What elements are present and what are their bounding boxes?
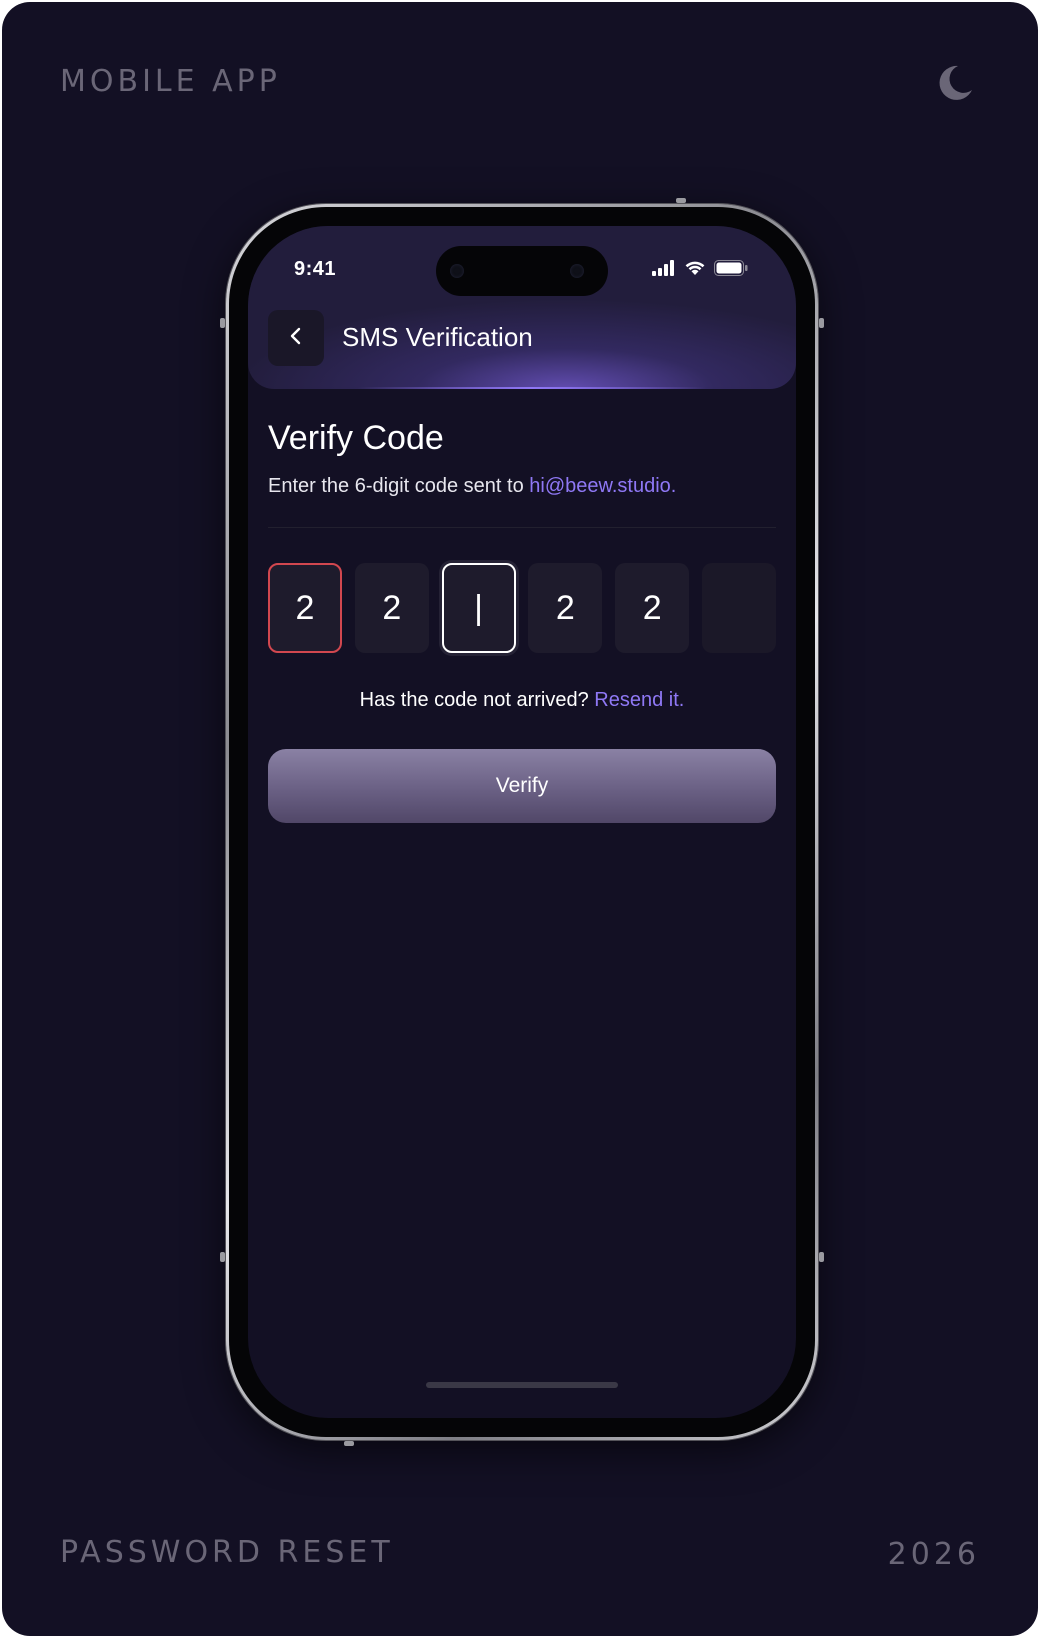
presentation-card: MOBILE APP 9:41 SMS Verification Verify … — [2, 2, 1038, 1636]
dynamic-island — [436, 246, 608, 296]
resend-link[interactable]: Resend it. — [594, 689, 684, 711]
otp-digit-2[interactable]: 2 — [354, 563, 429, 653]
home-indicator — [426, 1382, 618, 1388]
header-title: SMS Verification — [342, 322, 533, 352]
chevron-left-icon — [288, 326, 304, 351]
resend-prompt: Has the code not arrived? — [359, 689, 595, 711]
wifi-icon — [684, 260, 706, 281]
phone-side-button — [819, 1252, 824, 1262]
moon-icon[interactable] — [934, 62, 976, 104]
verify-subtitle: Enter the 6-digit code sent to hi@beew.s… — [268, 475, 676, 498]
verify-button[interactable]: Verify — [268, 749, 776, 823]
status-icons — [652, 260, 748, 281]
divider — [268, 527, 776, 528]
email-address: hi@beew.studio. — [529, 475, 677, 497]
subtitle-text: Enter the 6-digit code sent to — [268, 475, 530, 497]
app-header: 9:41 SMS Verification — [248, 226, 796, 389]
phone-antenna-band — [676, 198, 686, 203]
otp-digit-4[interactable]: 2 — [528, 563, 603, 653]
phone-mockup: 9:41 SMS Verification Verify Code Enter … — [220, 198, 824, 1446]
otp-digit-5[interactable]: 2 — [615, 563, 690, 653]
phone-side-button — [220, 1252, 225, 1262]
top-left-label: MOBILE APP — [60, 64, 281, 99]
phone-antenna-band — [344, 1441, 354, 1446]
page-title: Verify Code — [268, 419, 444, 457]
status-time: 9:41 — [294, 258, 337, 280]
phone-side-button — [819, 318, 824, 328]
cellular-signal-icon — [652, 260, 676, 281]
phone-screen: 9:41 SMS Verification Verify Code Enter … — [248, 226, 796, 1418]
phone-side-button — [220, 318, 225, 328]
bottom-left-label: PASSWORD RESET — [60, 1535, 394, 1570]
otp-digit-3[interactable]: | — [441, 563, 516, 653]
otp-digit-1[interactable]: 2 — [268, 563, 342, 653]
bottom-right-label: 2026 — [887, 1537, 980, 1572]
battery-icon — [714, 260, 748, 281]
back-button[interactable] — [268, 310, 324, 366]
camera-icon — [570, 264, 584, 278]
sensor-dot — [450, 264, 464, 278]
resend-row: Has the code not arrived? Resend it. — [268, 689, 776, 712]
otp-digit-6[interactable] — [701, 563, 776, 653]
otp-input-group: 2 2 | 2 2 — [268, 563, 776, 653]
